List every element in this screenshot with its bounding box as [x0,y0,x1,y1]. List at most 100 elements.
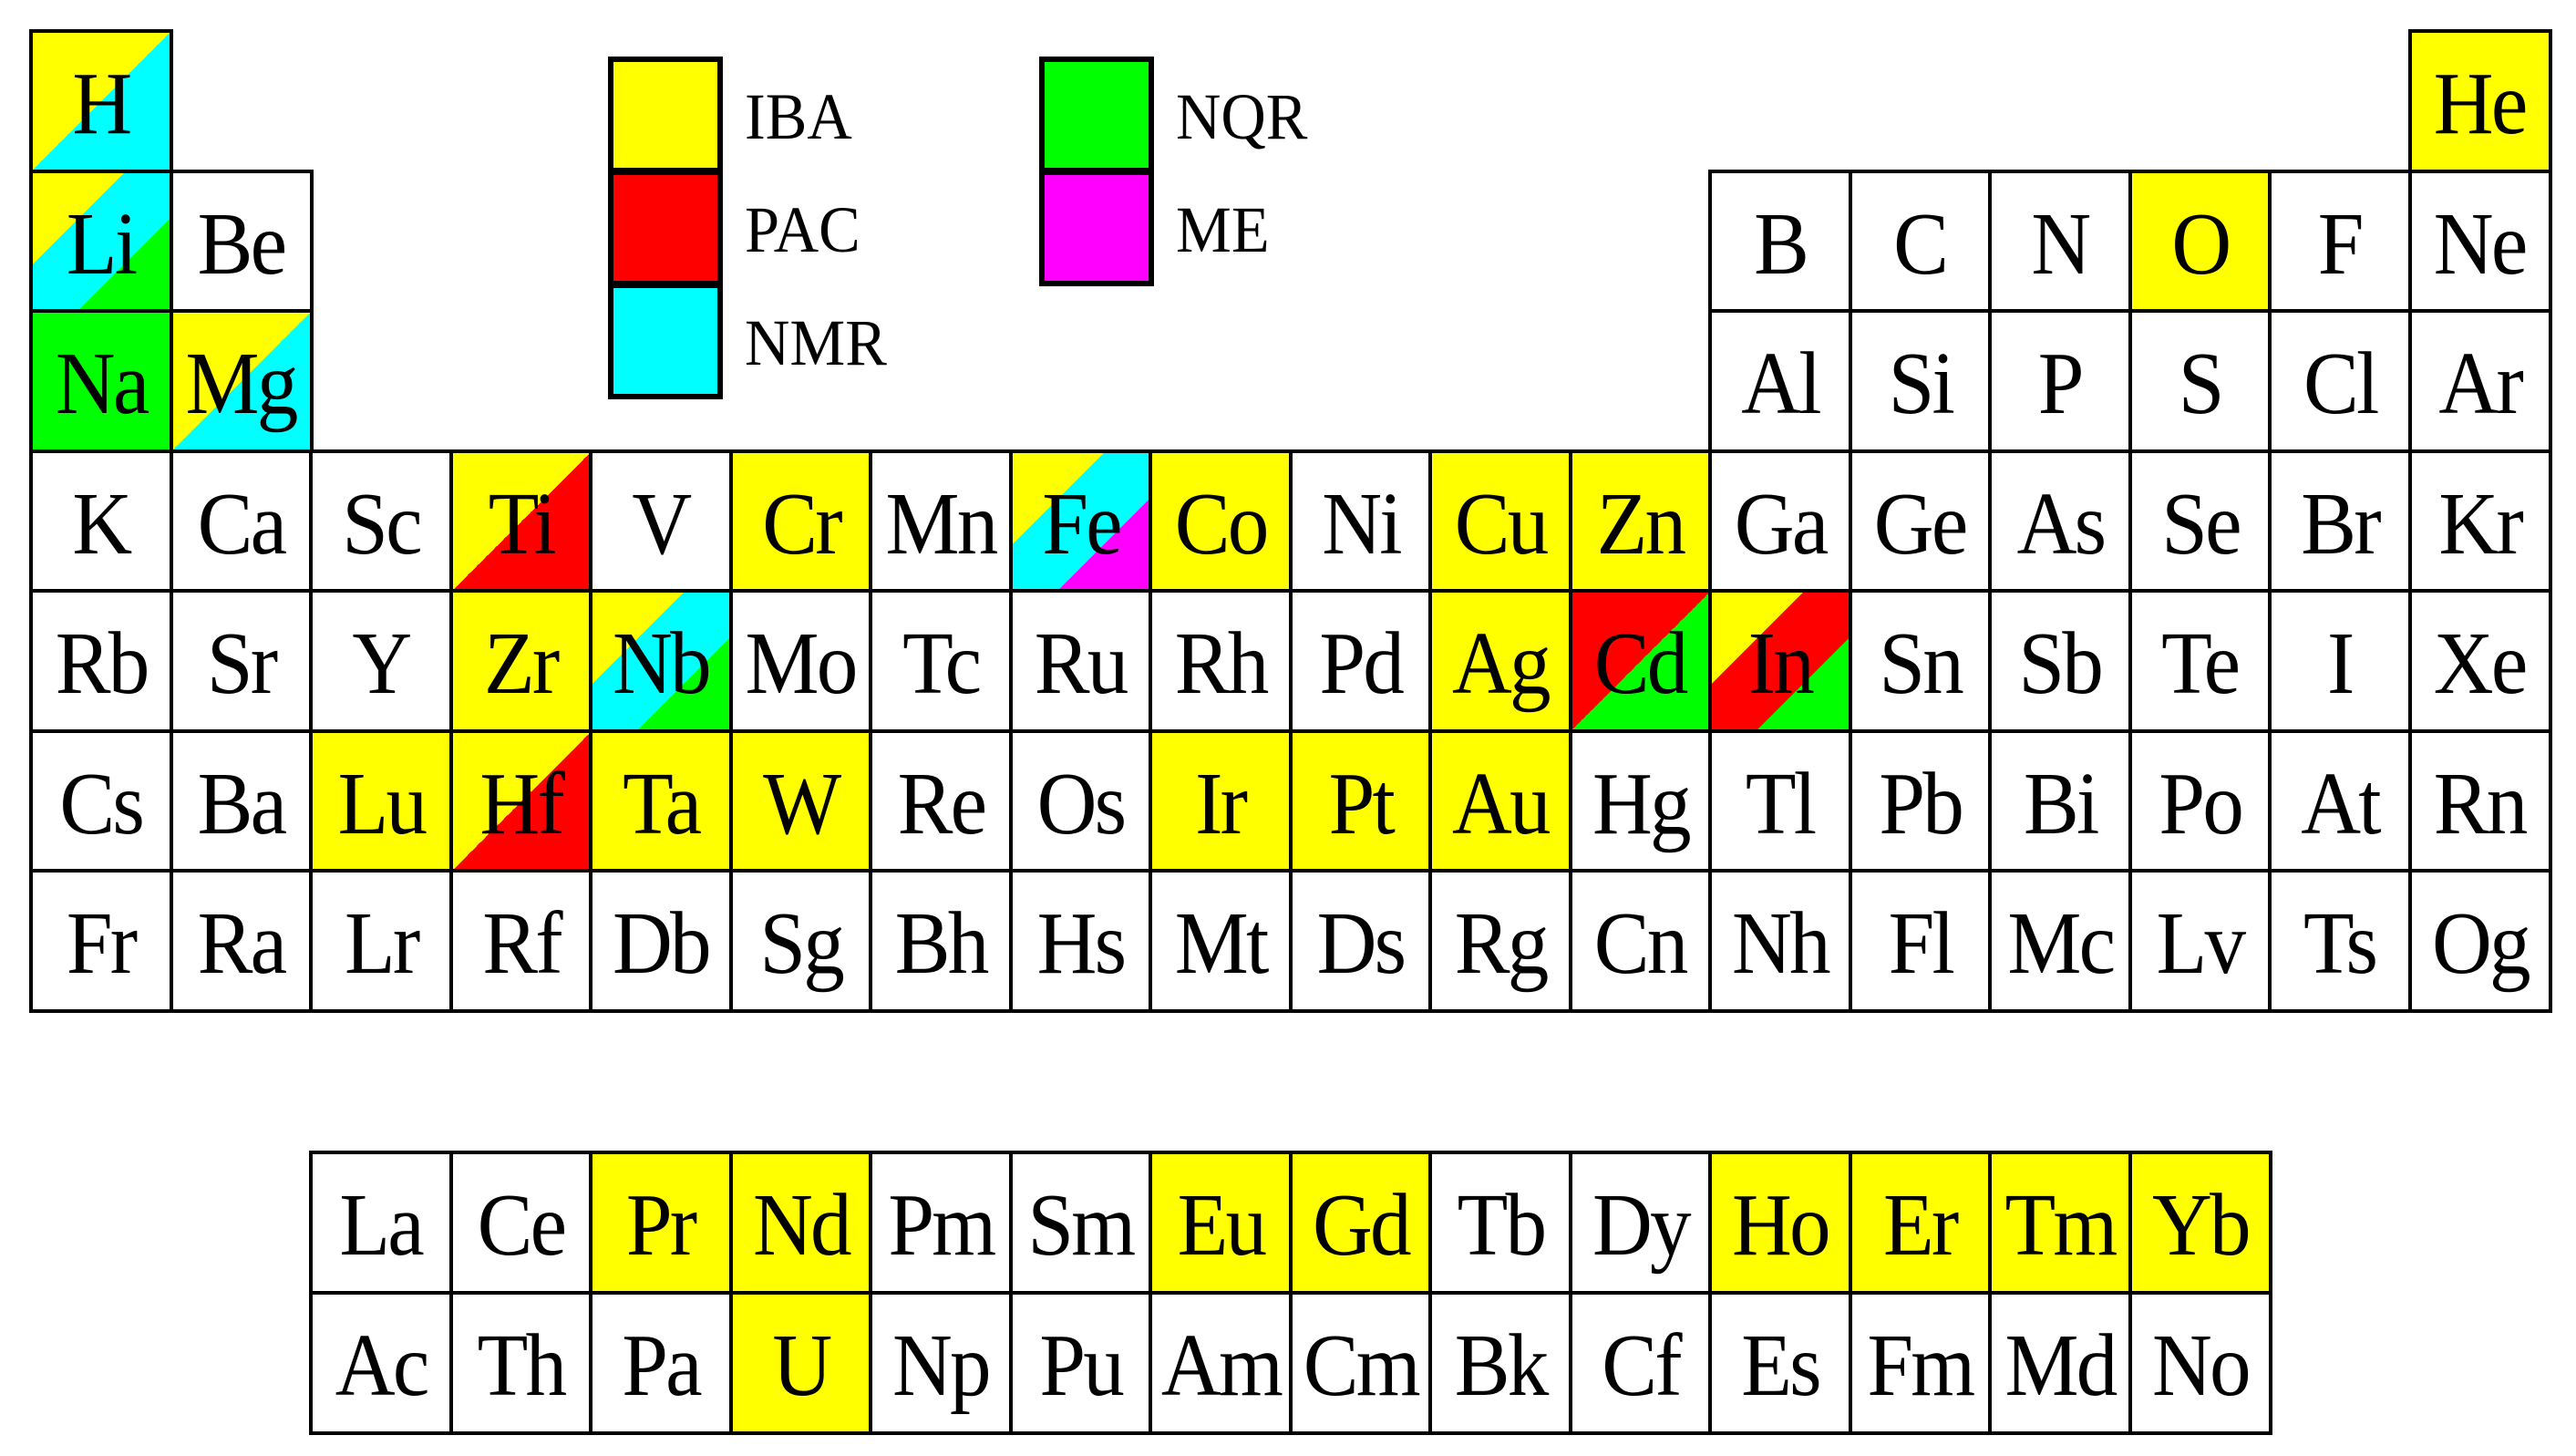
element-cell-n: N [1988,169,2132,314]
element-cell-ir: Ir [1149,728,1293,873]
element-cell-yb: Yb [2128,1151,2272,1295]
element-cell-pd: Pd [1288,589,1433,733]
element-cell-mc: Mc [1988,869,2132,1013]
element-cell-cn: Cn [1568,869,1713,1013]
element-symbol: Tl [1746,754,1817,853]
element-cell-rn: Rn [2407,728,2552,873]
element-symbol: Sb [2018,614,2104,713]
element-symbol: F [2318,194,2365,294]
element-cell-ar: Ar [2407,309,2552,453]
legend-swatch-nmr [608,283,723,399]
element-cell-og: Og [2407,869,2552,1013]
element-cell-rf: Rf [448,869,593,1013]
element-symbol: Br [2301,474,2381,573]
element-cell-i: I [2268,589,2412,733]
element-symbol: Sg [759,894,844,993]
element-symbol: Na [55,335,149,433]
element-symbol: Ts [2303,894,2378,993]
element-cell-mt: Mt [1149,869,1293,1013]
element-symbol: Ga [1734,474,1829,573]
element-cell-ca: Ca [169,449,314,594]
element-cell-y: Y [309,589,453,733]
element-symbol: Cn [1594,894,1689,993]
element-cell-sr: Sr [169,589,314,733]
element-symbol: Md [2004,1316,2117,1415]
element-cell-xe: Xe [2407,589,2552,733]
element-symbol: Sn [1879,614,1963,713]
legend-label-iba: IBA [745,80,852,153]
element-symbol: Es [1741,1316,1821,1415]
element-cell-ga: Ga [1708,449,1852,594]
element-symbol: Dy [1592,1176,1692,1275]
element-symbol: Be [197,194,287,294]
element-symbol: Lu [337,754,427,853]
element-symbol: Ar [2438,335,2523,433]
element-cell-cl: Cl [2268,309,2412,453]
element-cell-ne: Ne [2407,169,2552,314]
element-cell-pa: Pa [589,1290,733,1435]
element-cell-ti: Ti [448,449,593,594]
element-cell-nh: Nh [1708,869,1852,1013]
element-cell-nb: Nb [589,589,733,733]
element-symbol: V [632,474,692,573]
element-symbol: Zn [1596,474,1686,573]
element-cell-h: H [29,29,173,173]
element-symbol: Rb [55,614,150,713]
element-cell-ds: Ds [1288,869,1433,1013]
element-cell-fm: Fm [1848,1290,1993,1435]
element-symbol: Sc [342,474,422,573]
element-cell-bk: Bk [1428,1290,1572,1435]
element-cell-po: Po [2128,728,2272,873]
element-cell-np: Np [869,1290,1013,1435]
element-cell-ba: Ba [169,728,314,873]
element-symbol: Tc [902,614,982,713]
element-symbol: No [2151,1316,2251,1415]
element-symbol: Mo [745,614,859,713]
element-cell-na: Na [29,309,173,453]
element-symbol: Cs [59,754,145,853]
element-symbol: Gd [1312,1176,1412,1275]
element-cell-k: K [29,449,173,594]
element-cell-sg: Sg [728,869,873,1013]
element-symbol: B [1753,194,1809,294]
element-cell-ac: Ac [309,1290,453,1435]
element-cell-fe: Fe [1008,449,1153,594]
element-symbol: Ru [1035,614,1129,713]
element-cell-sb: Sb [1988,589,2132,733]
element-symbol: Rn [2434,754,2529,853]
element-cell-o: O [2128,169,2272,314]
element-symbol: Cm [1303,1316,1420,1415]
element-cell-hf: Hf [448,728,593,873]
element-symbol: Cf [1601,1316,1682,1415]
element-symbol: U [771,1316,832,1415]
element-symbol: He [2434,55,2528,153]
element-symbol: Fe [1041,474,1122,573]
element-cell-ru: Ru [1008,589,1153,733]
element-cell-b: B [1708,169,1852,314]
legend-label-nmr: NMR [745,306,887,379]
element-cell-es: Es [1708,1290,1852,1435]
element-symbol: Hs [1036,894,1128,993]
element-cell-si: Si [1848,309,1993,453]
element-cell-rg: Rg [1428,869,1572,1013]
element-symbol: Zr [484,614,560,713]
element-symbol: Ca [197,474,287,573]
element-symbol: Mc [2007,894,2116,993]
element-symbol: Cu [1454,474,1550,573]
legend-swatch-iba [608,57,723,173]
element-symbol: Mt [1174,894,1270,993]
element-cell-lv: Lv [2128,869,2272,1013]
element-symbol: Nh [1732,894,1831,993]
element-symbol: Co [1174,474,1270,573]
element-cell-fl: Fl [1848,869,1993,1013]
element-cell-in: In [1708,589,1852,733]
element-symbol: Np [892,1316,992,1415]
element-symbol: At [2301,754,2381,853]
element-cell-tb: Tb [1428,1151,1572,1295]
element-cell-tl: Tl [1708,728,1852,873]
element-symbol: Sm [1027,1176,1136,1275]
element-symbol: S [2178,335,2225,433]
element-cell-md: Md [1988,1290,2132,1435]
element-symbol: Cd [1594,614,1689,713]
element-cell-ta: Ta [589,728,733,873]
